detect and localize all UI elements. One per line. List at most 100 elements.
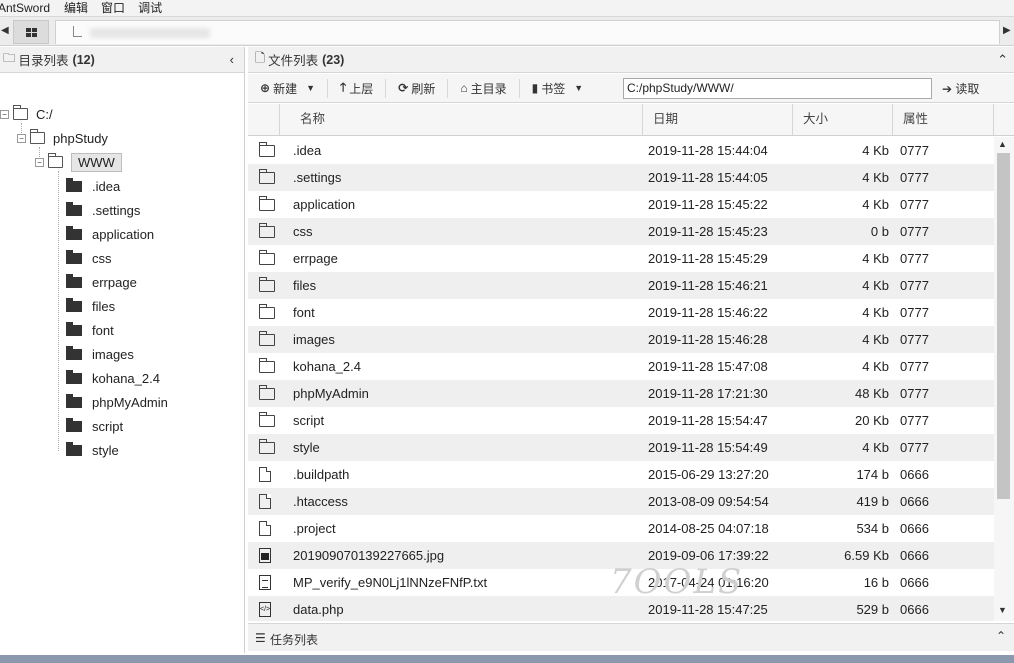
tree-node-label: style	[92, 442, 119, 458]
watermark: 7OOLS	[610, 562, 744, 602]
file-row[interactable]: application 2019-11-28 15:45:22 4 Kb 0777	[248, 191, 994, 218]
file-name: kohana_2.4	[293, 359, 361, 374]
file-date: 2019-11-28 17:21:30	[648, 386, 768, 401]
tree-node-label: files	[92, 298, 116, 314]
tree-node-www[interactable]: − WWW	[35, 152, 122, 172]
tree-node-child[interactable]: phpMyAdmin	[66, 392, 168, 412]
file-date: 2014-08-25 04:07:18	[648, 521, 769, 536]
file-name: style	[293, 440, 320, 455]
file-size: 6.59 Kb	[844, 548, 889, 563]
file-date: 2019-11-28 15:46:21	[648, 278, 768, 293]
up-button[interactable]: 🡑 上层	[328, 78, 387, 98]
tree-node-label: font	[92, 322, 114, 338]
file-row[interactable]: errpage 2019-11-28 15:45:29 4 Kb 0777	[248, 245, 994, 272]
folder-icon	[259, 250, 275, 265]
arrow-right-icon: ➔	[942, 82, 953, 96]
refresh-button[interactable]: ⟳ 刷新	[386, 78, 449, 98]
folder-icon	[66, 369, 82, 384]
file-size: 4 Kb	[862, 143, 889, 158]
file-date: 2019-11-28 15:47:25	[648, 602, 768, 617]
folder-icon	[259, 412, 275, 427]
tree-node-child[interactable]: kohana_2.4	[66, 368, 160, 388]
scroll-up-icon[interactable]: ▲	[998, 139, 1007, 149]
file-row[interactable]: .buildpath 2015-06-29 13:27:20 174 b 0666	[248, 461, 994, 488]
attr-column-header[interactable]: 属性	[893, 104, 994, 135]
file-attr: 0666	[900, 548, 929, 563]
file-row[interactable]: images 2019-11-28 15:46:28 4 Kb 0777	[248, 326, 994, 353]
folder-icon	[259, 304, 275, 319]
file-name: font	[293, 305, 315, 320]
tree-node-child[interactable]: script	[66, 416, 123, 436]
file-row[interactable]: files 2019-11-28 15:46:21 4 Kb 0777	[248, 272, 994, 299]
collapse-icon[interactable]: −	[0, 109, 9, 119]
file-name: .project	[293, 521, 336, 536]
tree-node-root[interactable]: − C:/	[0, 104, 53, 124]
path-input[interactable]: C:/phpStudy/WWW/	[623, 78, 932, 99]
file-toolbar: ⊕ 新建 ▼ 🡑 上层 ⟳ 刷新 ⌂ 主目录 ▮ 书签 ▼ C:/phpStud…	[248, 74, 1014, 103]
collapse-icon[interactable]: −	[17, 133, 26, 143]
menu-window[interactable]: 窗口	[101, 1, 125, 15]
file-name: data.php	[293, 602, 344, 617]
file-row[interactable]: .idea 2019-11-28 15:44:04 4 Kb 0777	[248, 137, 994, 164]
text-file-icon	[259, 575, 271, 590]
bookmark-button[interactable]: ▮ 书签 ▼	[520, 79, 596, 98]
file-row[interactable]: .htaccess 2013-08-09 09:54:54 419 b 0666	[248, 488, 994, 515]
tab-home[interactable]	[13, 20, 49, 44]
file-row[interactable]: kohana_2.4 2019-11-28 15:47:08 4 Kb 0777	[248, 353, 994, 380]
tree-node-phpstudy[interactable]: − phpStudy	[17, 128, 108, 148]
collapse-panel-icon[interactable]: ‹	[230, 52, 234, 67]
tree-node-label: phpStudy	[53, 130, 108, 146]
collapse-icon[interactable]: −	[35, 157, 44, 167]
home-button[interactable]: ⌂ 主目录	[448, 78, 520, 98]
folder-icon	[66, 201, 82, 216]
tree-node-child[interactable]: images	[66, 344, 134, 364]
tab-scroll-right-icon[interactable]: ▶	[1003, 25, 1011, 36]
new-button[interactable]: ⊕ 新建 ▼	[248, 78, 328, 98]
collapse-panel-icon[interactable]: ⌃	[997, 52, 1008, 68]
name-column-header[interactable]: 名称	[280, 104, 643, 135]
tab-shell[interactable]	[55, 20, 1000, 44]
file-attr: 0666	[900, 602, 929, 617]
file-attr: 0666	[900, 467, 929, 482]
folder-open-icon	[13, 105, 28, 120]
tree-node-child[interactable]: files	[66, 296, 115, 316]
icon-column-header	[248, 104, 280, 135]
menu-edit[interactable]: 编辑	[64, 1, 88, 15]
scroll-down-icon[interactable]: ▼	[998, 605, 1007, 615]
file-row[interactable]: .settings 2019-11-28 15:44:05 4 Kb 0777	[248, 164, 994, 191]
file-row[interactable]: font 2019-11-28 15:46:22 4 Kb 0777	[248, 299, 994, 326]
date-column-header[interactable]: 日期	[643, 104, 793, 135]
file-icon	[259, 467, 271, 482]
file-row[interactable]: style 2019-11-28 15:54:49 4 Kb 0777	[248, 434, 994, 461]
tree-node-child[interactable]: css	[66, 248, 112, 268]
file-name: errpage	[293, 251, 338, 266]
menu-app[interactable]: AntSword	[0, 1, 50, 15]
tree-node-child[interactable]: .settings	[66, 200, 140, 220]
tree-node-label: application	[92, 226, 155, 242]
tree-node-child[interactable]: application	[66, 224, 154, 244]
tree-node-label: script	[92, 418, 124, 434]
file-table-scrollbar[interactable]: ▲ ▼	[994, 137, 1014, 621]
tree-node-child[interactable]: errpage	[66, 272, 137, 292]
file-size: 4 Kb	[862, 251, 889, 266]
size-column-header[interactable]: 大小	[793, 104, 893, 135]
file-size: 0 b	[870, 224, 889, 239]
document-icon: 🗋	[255, 51, 266, 65]
menu-debug[interactable]: 调试	[138, 1, 162, 15]
scrollbar-thumb[interactable]	[997, 153, 1010, 499]
file-attr: 0777	[900, 359, 929, 374]
read-button[interactable]: ➔ 读取	[942, 80, 979, 97]
file-name: .idea	[293, 143, 322, 158]
file-row[interactable]: .project 2014-08-25 04:07:18 534 b 0666	[248, 515, 994, 542]
expand-panel-icon[interactable]: ⌃	[996, 629, 1006, 643]
file-row[interactable]: script 2019-11-28 15:54:47 20 Kb 0777	[248, 407, 994, 434]
tree-node-child[interactable]: style	[66, 440, 119, 460]
file-date: 2019-11-28 15:44:04	[648, 143, 768, 158]
folder-icon	[66, 441, 82, 456]
file-row[interactable]: phpMyAdmin 2019-11-28 17:21:30 48 Kb 0777	[248, 380, 994, 407]
tree-node-child[interactable]: .idea	[66, 176, 120, 196]
tab-scroll-left-icon[interactable]: ◀	[1, 25, 9, 36]
file-size: 16 b	[863, 575, 889, 590]
file-row[interactable]: css 2019-11-28 15:45:23 0 b 0777	[248, 218, 994, 245]
tree-node-child[interactable]: font	[66, 320, 114, 340]
